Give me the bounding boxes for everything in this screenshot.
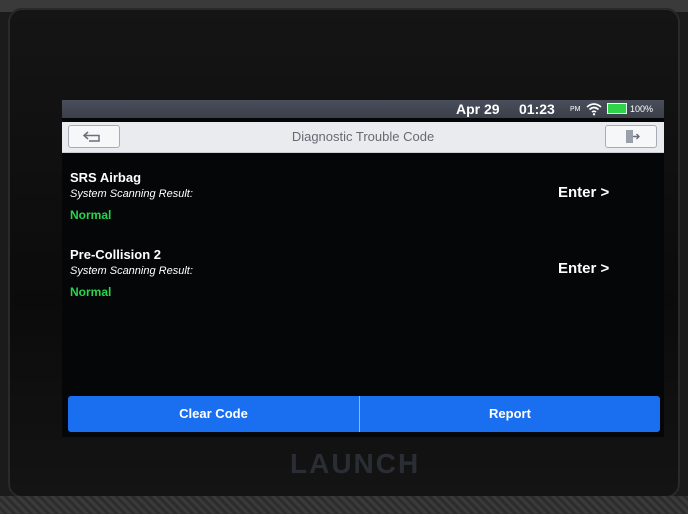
exit-door-icon [626,130,640,143]
system-item-pre-collision: Pre-Collision 2 System Scanning Result: … [70,247,193,299]
status-bar: Apr 29 01:23 PM 100% [62,100,664,118]
system-result-label: System Scanning Result: [70,188,193,200]
status-date: Apr 29 [456,101,500,117]
exit-button[interactable] [605,125,657,148]
clear-code-button[interactable]: Clear Code [68,396,359,432]
enter-button[interactable]: Enter > [558,184,609,201]
report-button[interactable]: Report [360,396,660,432]
system-name: SRS Airbag [70,170,142,185]
system-name: Pre-Collision 2 [70,247,162,262]
enter-button[interactable]: Enter > [558,260,609,277]
battery-icon [607,103,627,114]
system-item-srs-airbag: SRS Airbag System Scanning Result: Norma… [70,170,193,222]
page-title: Diagnostic Trouble Code [291,129,435,144]
wifi-icon [586,103,602,116]
battery-percent: 100% [630,104,654,114]
brand-logo: LAUNCH [290,448,421,479]
system-result-label: System Scanning Result: [70,265,193,277]
status-ampm: PM [570,106,581,113]
system-status: Normal [70,208,112,222]
status-time: 01:23 [519,101,555,117]
background-shelf-bottom [0,496,688,514]
bottom-action-bar: Clear Code Report [68,396,660,432]
device-screen: Apr 29 01:23 PM 100% Diagnostic Trouble … [62,100,664,437]
title-bar: Diagnostic Trouble Code [62,122,664,153]
system-status: Normal [70,285,112,299]
